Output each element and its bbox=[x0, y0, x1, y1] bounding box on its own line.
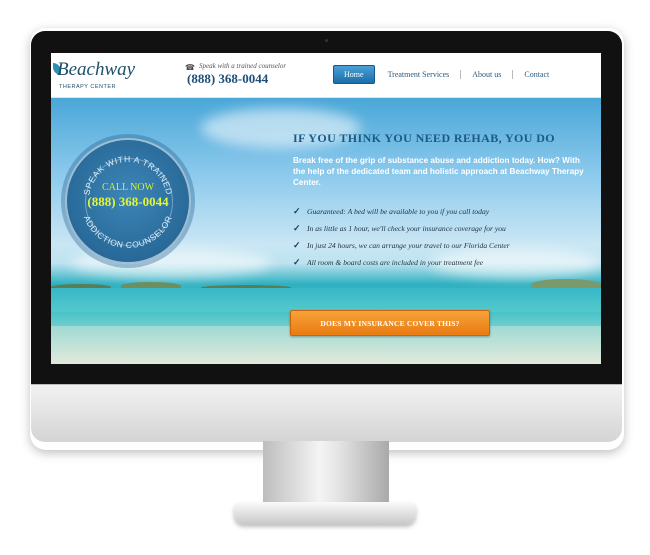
site-header: Beachway THERAPY CENTER ☎ Speak with a t… bbox=[51, 53, 601, 98]
monitor-stand-base bbox=[234, 502, 416, 524]
list-item: ✓ In as little as 1 hour, we'll check you… bbox=[293, 223, 506, 233]
camera-dot bbox=[325, 39, 328, 42]
svg-text:ADDICTION COUNSELOR: ADDICTION COUNSELOR bbox=[82, 214, 174, 250]
checkmark-icon: ✓ bbox=[293, 206, 301, 216]
main-nav: Home Treatment Services About us Contact bbox=[333, 64, 560, 84]
nav-about-us[interactable]: About us bbox=[461, 70, 512, 79]
header-phone-block: ☎ Speak with a trained counselor (888) 3… bbox=[185, 61, 325, 91]
phone-tagline: Speak with a trained counselor bbox=[199, 62, 287, 70]
checkmark-icon: ✓ bbox=[293, 257, 301, 267]
logo[interactable]: Beachway THERAPY CENTER bbox=[53, 57, 143, 93]
call-now-badge[interactable]: SPEAK WITH A TRAINED ADDICTION COUNSELOR… bbox=[65, 138, 191, 264]
sea bbox=[51, 288, 601, 312]
list-item: ✓ In just 24 hours, we can arrange your t… bbox=[293, 240, 510, 250]
list-item: ✓ Guaranteed: A bed will be available to … bbox=[293, 206, 490, 216]
header-phone-number[interactable]: (888) 368-0044 bbox=[187, 71, 268, 87]
checkmark-icon: ✓ bbox=[293, 223, 301, 233]
list-item: ✓ All room & board costs are included in … bbox=[293, 257, 484, 267]
logo-subtitle: THERAPY CENTER bbox=[59, 84, 117, 90]
hero-headline: IF YOU THINK YOU NEED REHAB, YOU DO bbox=[293, 131, 556, 145]
badge-phone-number[interactable]: (888) 368-0044 bbox=[67, 194, 189, 210]
benefits-list: ✓ Guaranteed: A bed will be available to … bbox=[293, 206, 593, 274]
nav-treatment-services[interactable]: Treatment Services bbox=[377, 70, 461, 79]
monitor-chin bbox=[31, 384, 622, 442]
logo-wordmark: Beachway bbox=[57, 59, 136, 80]
nav-contact[interactable]: Contact bbox=[513, 70, 560, 79]
nav-home[interactable]: Home bbox=[333, 64, 375, 84]
hero-banner: SPEAK WITH A TRAINED ADDICTION COUNSELOR… bbox=[51, 98, 601, 364]
website-screen: Beachway THERAPY CENTER ☎ Speak with a t… bbox=[51, 53, 601, 364]
badge-bottom-arc: ADDICTION COUNSELOR bbox=[82, 214, 174, 250]
monitor-stand-neck bbox=[263, 441, 389, 506]
insurance-cta-button[interactable]: DOES MY INSURANCE COVER THIS? bbox=[290, 310, 490, 336]
checkmark-icon: ✓ bbox=[293, 240, 301, 250]
badge-call-label: CALL NOW bbox=[101, 182, 155, 193]
hero-lead-text: Break free of the grip of substance abus… bbox=[293, 156, 584, 187]
